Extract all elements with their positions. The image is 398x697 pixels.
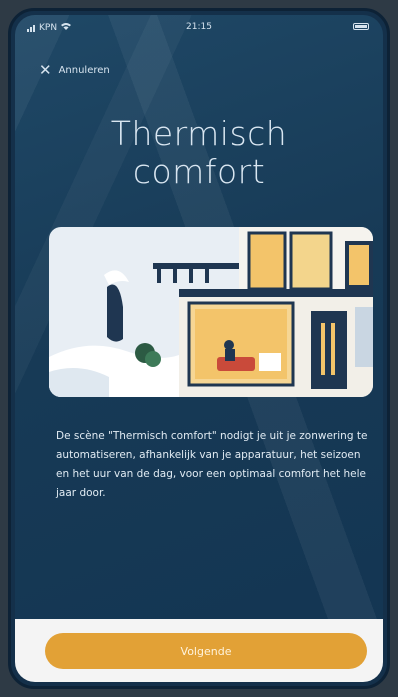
title-line-2: comfort [132, 152, 266, 191]
page-title: Thermisch comfort [15, 115, 383, 191]
phone-frame: KPN 21:15 ✕ Annuleren Thermisch comfort [8, 8, 390, 689]
status-bar: KPN 21:15 [15, 15, 383, 41]
footer: Volgende [15, 619, 383, 682]
status-time: 21:15 [186, 22, 212, 32]
battery-icon [353, 23, 369, 30]
title-line-1: Thermisch [110, 114, 288, 153]
app-screen: KPN 21:15 ✕ Annuleren Thermisch comfort [15, 15, 383, 682]
cancel-button[interactable]: ✕ Annuleren [39, 63, 110, 78]
close-icon: ✕ [39, 61, 52, 79]
cancel-label: Annuleren [58, 65, 110, 76]
house-illustration [49, 227, 373, 397]
next-button[interactable]: Volgende [45, 633, 367, 669]
description-text: De scène "Thermisch comfort" nodigt je u… [56, 430, 368, 499]
